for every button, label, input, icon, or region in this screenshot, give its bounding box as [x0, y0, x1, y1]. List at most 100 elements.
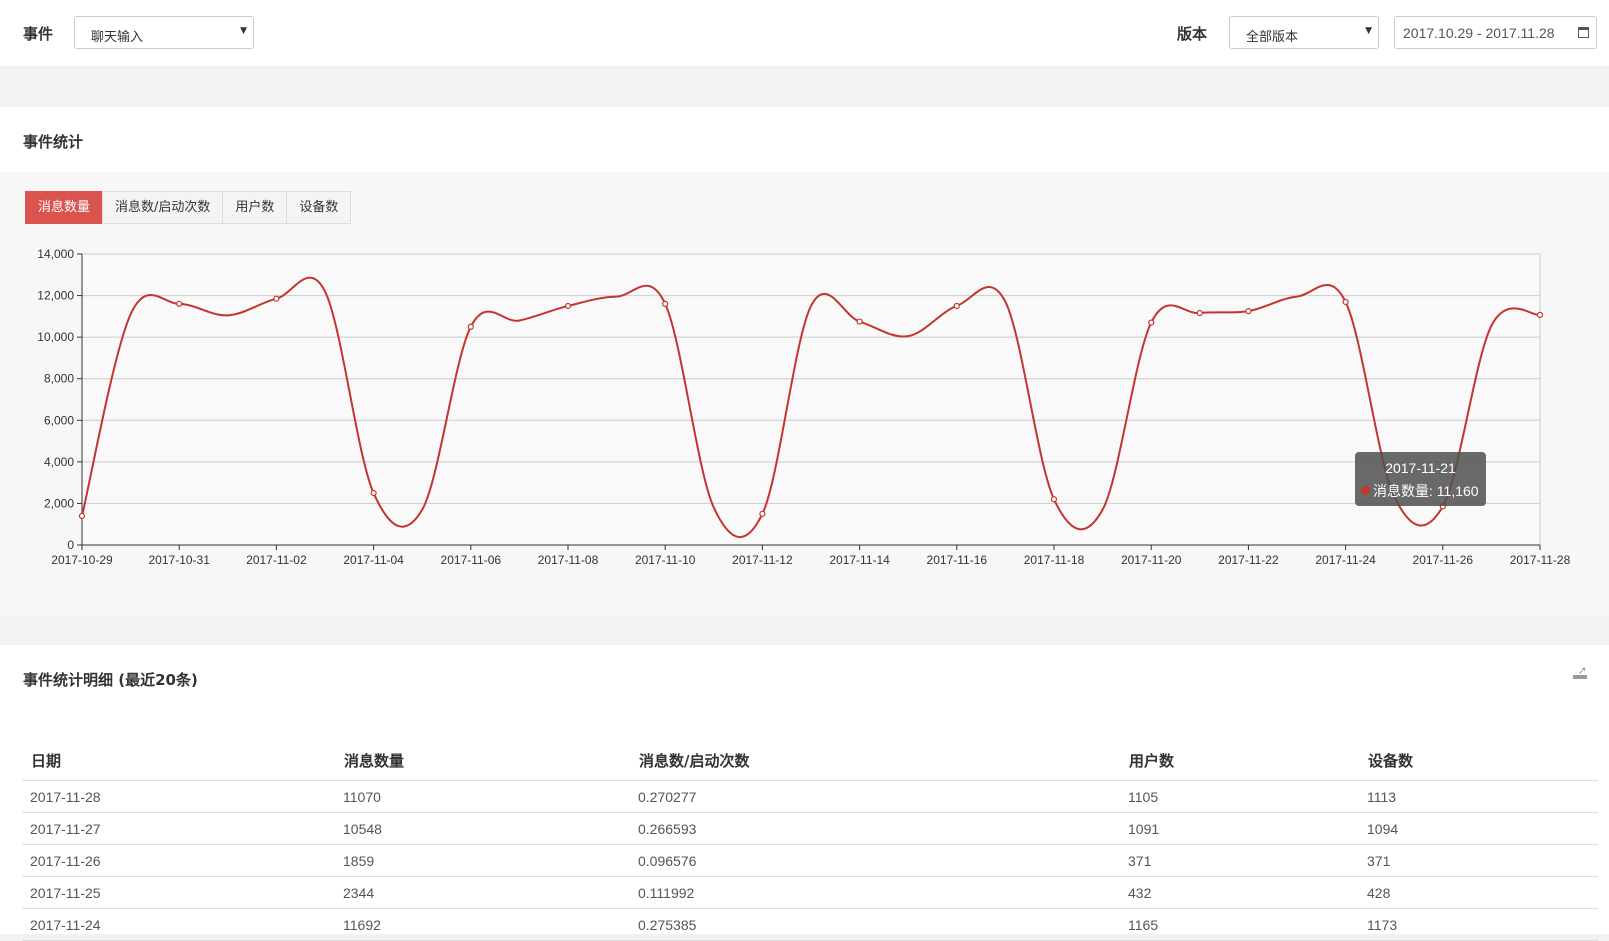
data-point	[1196, 309, 1203, 317]
x-tick-label: 2017-11-22	[1218, 553, 1279, 567]
data-point	[1536, 311, 1544, 319]
export-icon[interactable]: ➚	[1573, 665, 1587, 679]
cell-message-count: 11070	[343, 789, 381, 805]
col-user-count[interactable]: 用户数	[1120, 741, 1359, 780]
event-detail-panel: 事件统计明细 (最近20条) ➚ 日期 消息数量 消息数/启动次数 用户数 设备…	[0, 645, 1609, 941]
date-range-value: 2017.10.29 - 2017.11.28	[1403, 25, 1555, 41]
data-point	[176, 300, 183, 307]
filter-bar: 事件 聊天输入 ▼ 版本 全部版本 ▼ 2017.10.29 - 2017.11…	[0, 0, 1609, 66]
tooltip-colon: :	[1429, 483, 1437, 499]
data-point	[759, 510, 766, 517]
x-tick-label: 2017-11-10	[635, 553, 696, 567]
line-chart: 0 2,000 4,000 6,000 8,000 10,000 12,000 14,000 2…	[37, 247, 1570, 567]
table-row: 2017-11-28 11070 0.270277 1105 1113	[22, 781, 1598, 813]
cell-user-count: 432	[1128, 885, 1152, 901]
data-point	[1342, 298, 1349, 306]
version-select[interactable]: 全部版本 ▼	[1229, 16, 1379, 49]
table-header: 日期 消息数量 消息数/启动次数 用户数 设备数	[22, 741, 1598, 781]
cell-user-count: 371	[1128, 853, 1152, 869]
data-point	[953, 302, 960, 310]
cell-user-count: 1165	[1128, 917, 1159, 933]
col-message-per-launch[interactable]: 消息数/启动次数	[630, 741, 1120, 780]
table-row: 2017-11-24 11692 0.275385 1165 1173	[22, 909, 1598, 941]
date-range-picker[interactable]: 2017.10.29 - 2017.11.28	[1394, 16, 1597, 49]
x-tick-label: 2017-10-31	[149, 553, 211, 567]
tooltip-row: 消息数量: 11,160	[1373, 481, 1479, 501]
version-label: 版本	[1177, 25, 1208, 43]
cell-device-count: 1113	[1367, 789, 1397, 805]
tooltip-series-dot	[1361, 486, 1370, 495]
table-row: 2017-11-25 2344 0.111992 432 428	[22, 877, 1598, 909]
cell-message-count: 1859	[343, 853, 375, 869]
col-message-count[interactable]: 消息数量	[335, 741, 630, 780]
cell-date: 2017-11-28	[30, 789, 101, 805]
calendar-icon	[1578, 27, 1589, 38]
chevron-down-icon: ▼	[240, 26, 247, 36]
data-point	[564, 302, 572, 310]
cell-date: 2017-11-27	[30, 821, 101, 837]
data-point	[370, 489, 377, 497]
y-tick-label: 10,000	[37, 330, 74, 344]
tooltip-series-name: 消息数量	[1373, 483, 1429, 499]
x-tick-label: 2017-10-29	[51, 553, 113, 567]
data-point	[856, 318, 863, 325]
cell-date: 2017-11-26	[30, 853, 101, 869]
y-tick-label: 0	[67, 538, 74, 552]
event-label: 事件	[23, 25, 54, 43]
chart-tooltip: 2017-11-21 消息数量: 11,160	[1355, 452, 1486, 506]
event-stats-title: 事件统计	[23, 133, 84, 151]
cell-device-count: 428	[1367, 885, 1391, 901]
data-point	[78, 512, 86, 519]
y-tick-label: 12,000	[37, 289, 74, 303]
tooltip-date: 2017-11-21	[1385, 460, 1456, 476]
data-point	[1245, 308, 1252, 315]
cell-message-per-launch: 0.275385	[638, 917, 697, 933]
tooltip-value: 11,160	[1436, 483, 1479, 499]
cell-message-count: 11692	[343, 917, 381, 933]
detail-table: 日期 消息数量 消息数/启动次数 用户数 设备数 2017-11-28 1107…	[22, 741, 1598, 941]
cell-message-per-launch: 0.270277	[638, 789, 697, 805]
x-tick-label: 2017-11-06	[441, 553, 502, 567]
cell-message-per-launch: 0.096576	[638, 853, 697, 869]
cell-date: 2017-11-24	[30, 917, 101, 933]
cell-user-count: 1091	[1128, 821, 1160, 837]
x-tick-label: 2017-11-12	[732, 553, 793, 567]
data-point	[1050, 496, 1058, 503]
cell-device-count: 1173	[1367, 917, 1398, 933]
y-tick-label: 14,000	[37, 247, 74, 261]
data-point	[273, 295, 280, 302]
table-row: 2017-11-26 1859 0.096576 371 371	[22, 845, 1598, 877]
cell-device-count: 1094	[1367, 821, 1399, 837]
x-tick-label: 2017-11-26	[1413, 553, 1474, 567]
event-detail-title: 事件统计明细 (最近20条)	[23, 671, 198, 689]
cell-message-count: 10548	[343, 821, 382, 837]
x-tick-label: 2017-11-16	[927, 553, 988, 567]
cell-date: 2017-11-25	[30, 885, 101, 901]
y-tick-label: 2,000	[44, 496, 74, 510]
cell-message-count: 2344	[343, 885, 375, 901]
y-tick-label: 8,000	[44, 372, 74, 386]
x-tick-label: 2017-11-24	[1315, 553, 1376, 567]
data-point	[1148, 319, 1155, 326]
x-tick-label: 2017-11-20	[1121, 553, 1182, 567]
data-point	[467, 323, 474, 330]
y-tick-label: 6,000	[44, 413, 74, 427]
version-select-value: 全部版本	[1246, 30, 1299, 45]
cell-user-count: 1105	[1128, 789, 1159, 805]
cell-message-per-launch: 0.266593	[638, 821, 697, 837]
event-select-value: 聊天输入	[91, 30, 144, 45]
y-tick-label: 4,000	[44, 455, 74, 469]
x-tick-label: 2017-11-08	[538, 553, 599, 567]
chart-area: 消息数量 消息数/启动次数 用户数 设备数 0 2,000 4,000 6,000 8,…	[0, 172, 1609, 615]
export-tray	[1573, 675, 1587, 679]
x-tick-label: 2017-11-04	[343, 553, 404, 567]
table-row: 2017-11-27 10548 0.266593 1091 1094	[22, 813, 1598, 845]
col-date[interactable]: 日期	[22, 741, 335, 780]
col-device-count[interactable]: 设备数	[1359, 741, 1598, 780]
event-stats-panel: 事件统计 消息数量 消息数/启动次数 用户数 设备数 0 2,000 4,000 6,…	[0, 107, 1609, 615]
event-select[interactable]: 聊天输入 ▼	[74, 16, 254, 49]
cell-message-per-launch: 0.111992	[638, 885, 695, 901]
data-point	[662, 300, 669, 307]
cell-device-count: 371	[1367, 853, 1391, 869]
chevron-down-icon: ▼	[1365, 26, 1372, 36]
